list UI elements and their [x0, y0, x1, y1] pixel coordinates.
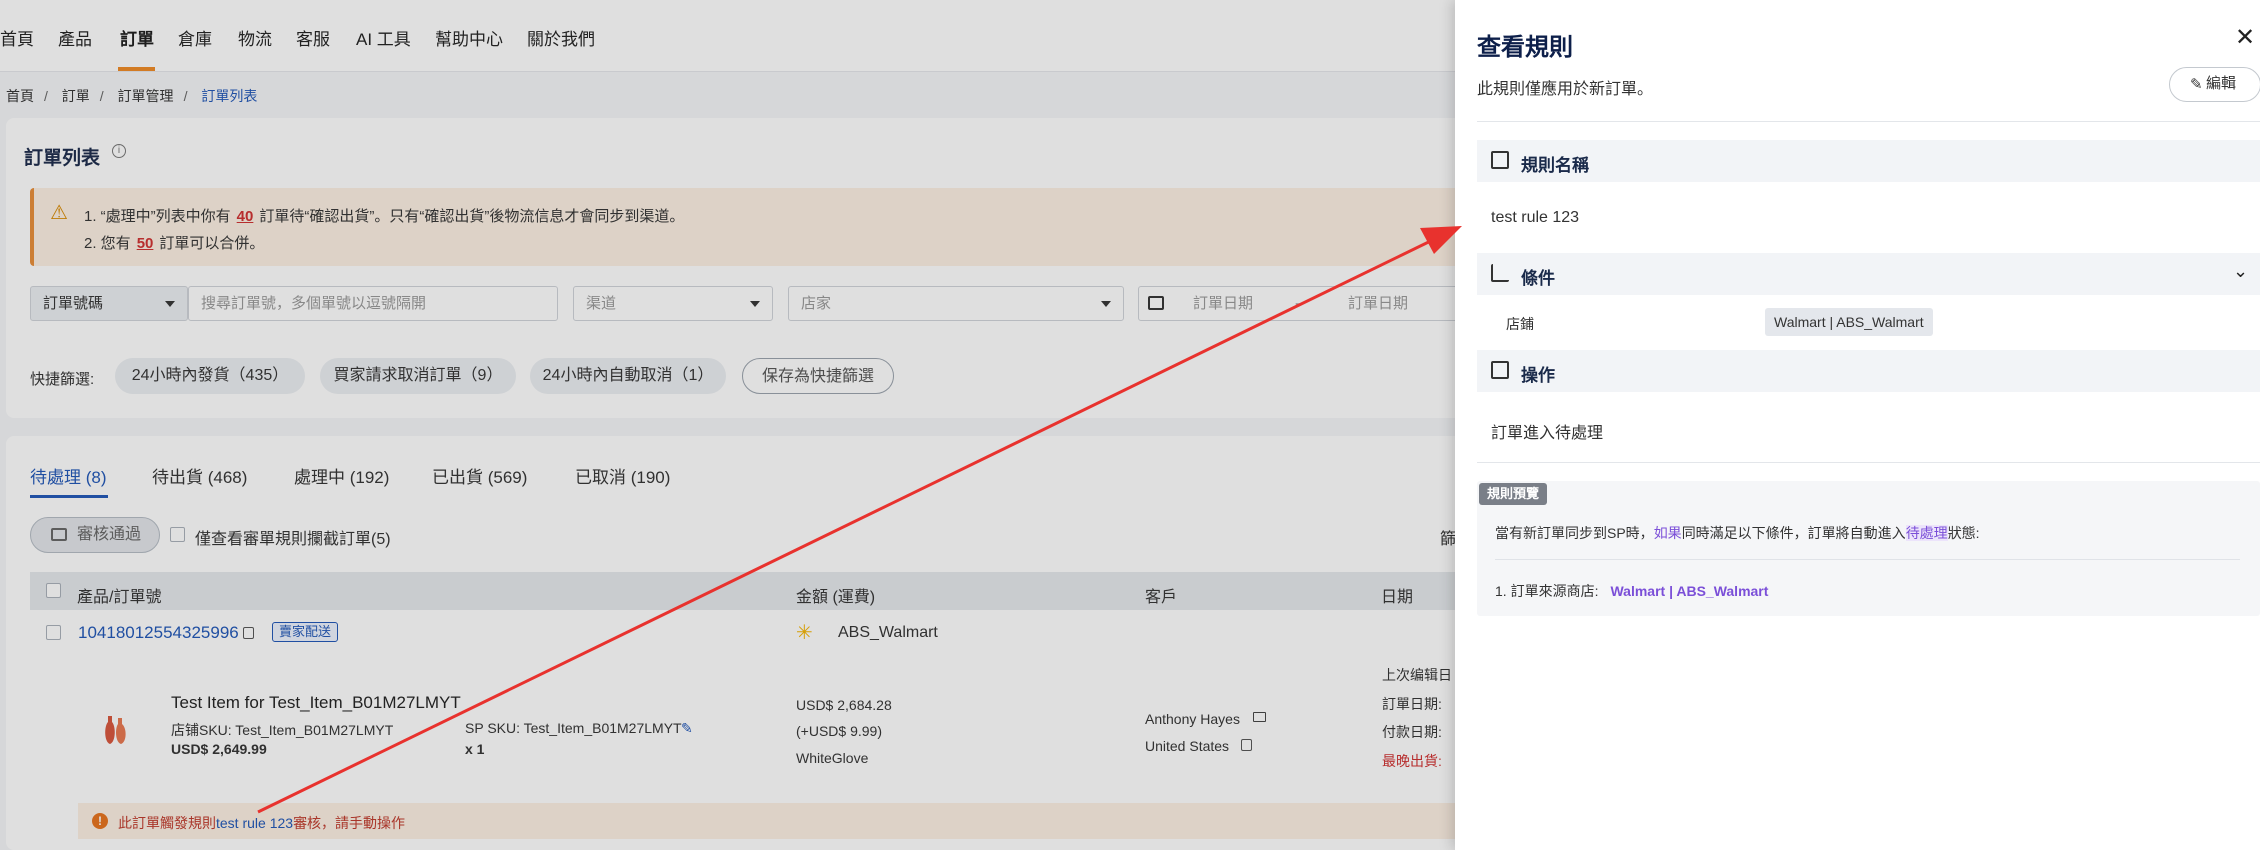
- rule-preview-condition: 1. 訂單來源商店: Walmart | ABS_Walmart: [1495, 583, 1769, 599]
- chevron-down-icon[interactable]: ⌄: [2233, 261, 2248, 282]
- rule-preview: 規則預覽 當有新訂單同步到SP時，如果同時滿足以下條件，訂單將自動進入待處理狀態…: [1477, 481, 2260, 616]
- rule-name-label: 規則名稱: [1521, 156, 1589, 175]
- drawer-title: 查看規則: [1477, 34, 1573, 61]
- divider: [1477, 462, 2260, 463]
- divider: [1477, 121, 2260, 122]
- action-label: 操作: [1521, 366, 1555, 385]
- close-icon[interactable]: ✕: [2235, 26, 2255, 50]
- rule-preview-description: 當有新訂單同步到SP時，如果同時滿足以下條件，訂單將自動進入待處理狀態:: [1495, 525, 1980, 541]
- divider: [1495, 559, 2240, 560]
- rule-name-icon: [1491, 151, 1509, 169]
- drawer-subtitle: 此規則僅應用於新訂單。: [1477, 81, 1654, 98]
- rule-preview-badge: 規則預覽: [1479, 483, 1548, 505]
- pencil-icon: ✎: [2190, 76, 2203, 93]
- condition-value-tag: Walmart | ABS_Walmart: [1765, 308, 1933, 336]
- condition-label: 條件: [1521, 269, 1555, 288]
- rule-name-value: test rule 123: [1491, 209, 1580, 226]
- action-icon: [1491, 361, 1509, 379]
- edit-button[interactable]: ✎ 編輯: [2169, 67, 2260, 102]
- condition-key: 店鋪: [1506, 316, 1534, 332]
- action-value: 訂單進入待處理: [1491, 425, 1604, 442]
- rule-name-section-header: 規則名稱: [1477, 140, 2260, 182]
- action-section-header: 操作: [1477, 350, 2260, 392]
- condition-icon: [1491, 264, 1509, 282]
- view-rule-drawer: 查看規則 ✕ 此規則僅應用於新訂單。 ✎ 編輯 規則名稱 test rule 12…: [1455, 0, 2260, 850]
- condition-section-header[interactable]: 條件 ⌄: [1477, 253, 2260, 295]
